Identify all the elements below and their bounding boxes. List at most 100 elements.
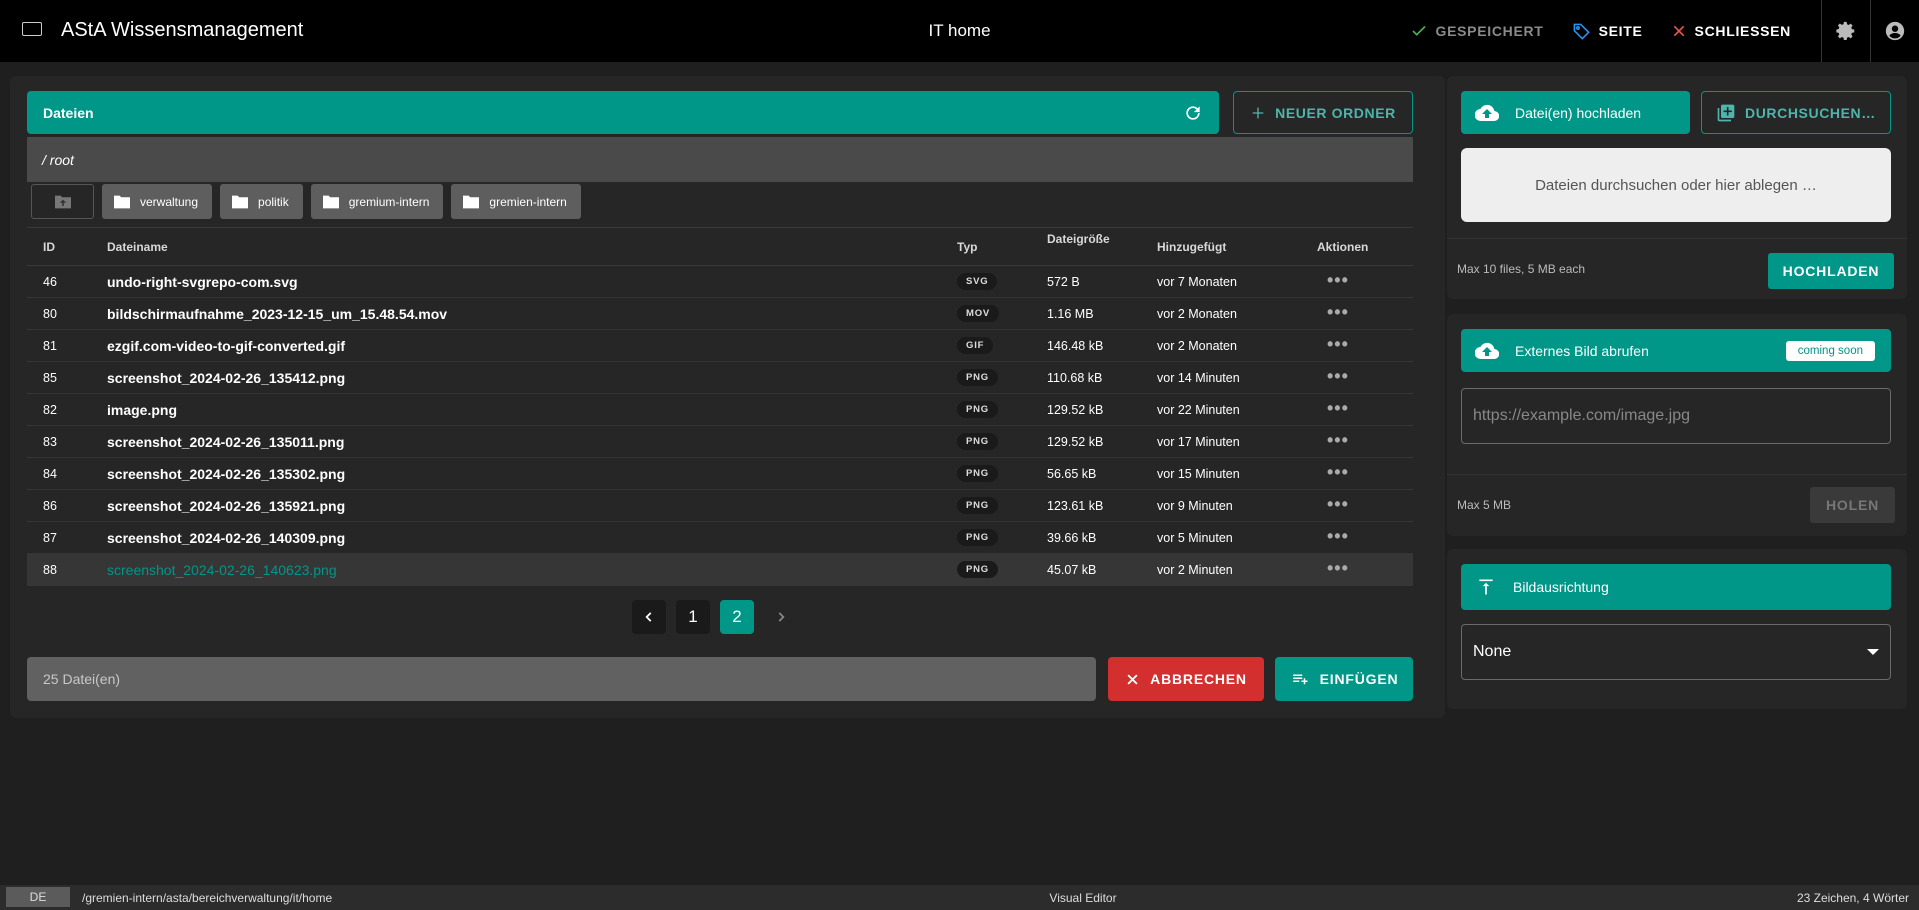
close-button[interactable]: SCHLIESSEN bbox=[1657, 0, 1805, 62]
insert-button-label: EINFÜGEN bbox=[1319, 671, 1399, 687]
folder-label: gremien-intern bbox=[489, 194, 567, 209]
file-type-cell: PNG bbox=[957, 361, 1047, 394]
folder-label: verwaltung bbox=[140, 194, 199, 209]
table-row[interactable]: 88 screenshot_2024-02-26_140623.png PNG 45.… bbox=[27, 553, 1413, 586]
pagination: 1 2 bbox=[632, 600, 798, 634]
file-id: 85 bbox=[27, 361, 107, 394]
close-icon bbox=[1673, 25, 1684, 37]
account-button[interactable] bbox=[1871, 0, 1919, 62]
more-horiz-icon[interactable]: ••• bbox=[1327, 494, 1349, 514]
file-actions-cell: ••• bbox=[1317, 393, 1413, 426]
browse-button[interactable]: DURCHSUCHEN… bbox=[1701, 91, 1891, 134]
page-button[interactable]: SEITE bbox=[1558, 0, 1657, 62]
file-size: 146.48 kB bbox=[1047, 329, 1157, 362]
file-type-cell: PNG bbox=[957, 457, 1047, 490]
table-row[interactable]: 83 screenshot_2024-02-26_135011.png PNG 129… bbox=[27, 425, 1413, 458]
more-horiz-icon[interactable]: ••• bbox=[1327, 526, 1349, 546]
file-id: 80 bbox=[27, 297, 107, 330]
image-url-input[interactable] bbox=[1461, 388, 1891, 444]
external-image-title: Externes Bild abrufen bbox=[1515, 342, 1649, 359]
folder-up-button[interactable] bbox=[31, 184, 94, 219]
file-name: screenshot_2024-02-26_135412.png bbox=[107, 361, 957, 394]
file-count-field: 25 Datei(en) bbox=[27, 657, 1096, 701]
more-horiz-icon[interactable]: ••• bbox=[1327, 398, 1349, 418]
insert-button[interactable]: EINFÜGEN bbox=[1275, 657, 1413, 701]
folder-up-icon bbox=[54, 195, 71, 208]
language-badge[interactable]: DE bbox=[6, 887, 70, 907]
more-horiz-icon[interactable]: ••• bbox=[1327, 366, 1349, 386]
table-header-row: ID Dateiname Typ Dateigröße Hinzugefügt … bbox=[27, 227, 1413, 266]
browse-label: DURCHSUCHEN… bbox=[1745, 104, 1876, 121]
dropzone[interactable]: Dateien durchsuchen oder hier ablegen … bbox=[1461, 148, 1891, 222]
orientation-select[interactable]: None bbox=[1461, 624, 1891, 680]
file-actions-cell: ••• bbox=[1317, 297, 1413, 330]
file-actions-cell: ••• bbox=[1317, 521, 1413, 554]
column-header-id[interactable]: ID bbox=[27, 227, 107, 266]
file-type-badge: PNG bbox=[957, 465, 998, 482]
table-row[interactable]: 46 undo-right-svgrepo-com.svg SVG 572 Bvor … bbox=[27, 265, 1413, 298]
file-name: undo-right-svgrepo-com.svg bbox=[107, 265, 957, 298]
upload-button[interactable]: HOCHLADEN bbox=[1768, 253, 1894, 289]
file-type-cell: PNG bbox=[957, 425, 1047, 458]
more-horiz-icon[interactable]: ••• bbox=[1327, 430, 1349, 450]
fetch-button[interactable]: HOLEN bbox=[1810, 487, 1895, 523]
file-id: 88 bbox=[27, 553, 107, 586]
more-horiz-icon[interactable]: ••• bbox=[1327, 334, 1349, 354]
file-type-badge: SVG bbox=[957, 273, 998, 290]
refresh-icon[interactable] bbox=[1183, 103, 1203, 123]
page-button-2[interactable]: 2 bbox=[720, 600, 754, 634]
file-type-badge: GIF bbox=[957, 337, 994, 354]
file-actions-cell: ••• bbox=[1317, 553, 1413, 586]
file-size: 45.07 kB bbox=[1047, 553, 1157, 586]
status-bar: DE /gremien-intern/asta/bereichverwaltun… bbox=[0, 885, 1919, 910]
file-name: bildschirmaufnahme_2023-12-15_um_15.48.5… bbox=[107, 297, 957, 330]
folder-icon bbox=[463, 195, 480, 208]
divider bbox=[1447, 474, 1907, 475]
table-row[interactable]: 81 ezgif.com-video-to-gif-converted.gif GI… bbox=[27, 329, 1413, 362]
orientation-title: Bildausrichtung bbox=[1513, 579, 1609, 595]
upload-tab-button[interactable]: Datei(en) hochladen bbox=[1461, 91, 1690, 134]
table-row[interactable]: 82 image.png PNG 129.52 kB vor 22 Minuten ••• bbox=[27, 393, 1413, 426]
page-button-1[interactable]: 1 bbox=[676, 600, 710, 634]
file-size: 129.52 kB bbox=[1047, 393, 1157, 426]
file-size: 56.65 kB bbox=[1047, 457, 1157, 490]
check-icon bbox=[1411, 25, 1426, 36]
column-header-name[interactable]: Dateiname bbox=[107, 227, 957, 266]
folder-label: gremium-intern bbox=[348, 194, 430, 209]
account-icon bbox=[1885, 21, 1905, 41]
more-horiz-icon[interactable]: ••• bbox=[1327, 302, 1349, 322]
file-name: ezgif.com-video-to-gif-converted.gif bbox=[107, 329, 957, 362]
column-header-type[interactable]: Typ bbox=[957, 227, 1047, 266]
file-type-cell: GIF bbox=[957, 329, 1047, 362]
column-header-size[interactable]: Dateigröße bbox=[1047, 227, 1157, 266]
next-page-button[interactable] bbox=[764, 600, 798, 634]
more-horiz-icon[interactable]: ••• bbox=[1327, 270, 1349, 290]
cancel-button[interactable]: ABBRECHEN bbox=[1108, 657, 1264, 701]
table-row[interactable]: 85 screenshot_2024-02-26_135412.png PNG 110… bbox=[27, 361, 1413, 394]
files-title: Dateien bbox=[43, 104, 94, 121]
settings-button[interactable] bbox=[1822, 0, 1870, 62]
column-header-added[interactable]: Hinzugefügt bbox=[1157, 227, 1317, 266]
dropdown-arrow-icon bbox=[1867, 649, 1879, 655]
logo-icon bbox=[22, 22, 42, 36]
table-row[interactable]: 87 screenshot_2024-02-26_140309.png PNG 39.… bbox=[27, 521, 1413, 554]
file-type-badge: MOV bbox=[957, 305, 1000, 322]
file-added: vor 22 Minuten bbox=[1157, 393, 1317, 426]
new-folder-button[interactable]: NEUER ORDNER bbox=[1233, 91, 1413, 134]
file-type-cell: MOV bbox=[957, 297, 1047, 330]
file-size: 129.52 kB bbox=[1047, 425, 1157, 458]
top-bar: AStA Wissensmanagement IT home GESPEICHE… bbox=[0, 0, 1919, 62]
file-actions-cell: ••• bbox=[1317, 425, 1413, 458]
chevron-right-icon bbox=[778, 612, 785, 622]
table-row[interactable]: 80 bildschirmaufnahme_2023-12-15_um_15.48… bbox=[27, 297, 1413, 330]
table-row[interactable]: 84 screenshot_2024-02-26_135302.png PNG 56.… bbox=[27, 457, 1413, 490]
more-horiz-icon[interactable]: ••• bbox=[1327, 558, 1349, 578]
folder-chip[interactable]: politik bbox=[220, 184, 303, 219]
folder-chip[interactable]: gremien-intern bbox=[451, 184, 581, 219]
prev-page-button[interactable] bbox=[632, 600, 666, 634]
more-horiz-icon[interactable]: ••• bbox=[1327, 462, 1349, 482]
file-name: screenshot_2024-02-26_135011.png bbox=[107, 425, 957, 458]
folder-chip[interactable]: verwaltung bbox=[102, 184, 213, 219]
folder-chip[interactable]: gremium-intern bbox=[310, 184, 444, 219]
table-row[interactable]: 86 screenshot_2024-02-26_135921.png PNG 123… bbox=[27, 489, 1413, 522]
